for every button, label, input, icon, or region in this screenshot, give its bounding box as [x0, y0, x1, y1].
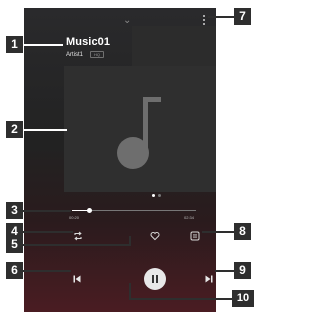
more-vert-icon[interactable]: [201, 15, 207, 27]
callout-3: 3: [6, 202, 23, 219]
page-dot: [152, 194, 155, 197]
seek-bar[interactable]: [72, 208, 196, 213]
total-time: 02:34: [184, 215, 195, 220]
skip-next-icon[interactable]: [204, 274, 214, 284]
callout-6: 6: [6, 262, 23, 279]
artist-name[interactable]: Artist1: [66, 52, 83, 58]
callout-10: 10: [232, 290, 254, 307]
callout-9: 9: [234, 262, 251, 279]
callout-7: 7: [234, 8, 251, 25]
leader-line-10b: [129, 298, 233, 300]
quality-badge: HQ: [90, 51, 104, 58]
callout-5: 5: [6, 236, 23, 253]
leader-line-2: [23, 129, 67, 131]
music-note-icon: [117, 97, 161, 169]
page-indicator: [152, 194, 164, 197]
leader-line-1: [23, 44, 63, 46]
skip-previous-icon[interactable]: [72, 274, 82, 284]
leader-line-7: [208, 16, 234, 18]
leader-line-4: [23, 231, 73, 233]
elapsed-time: 00:20: [69, 215, 80, 220]
callout-2: 2: [6, 121, 23, 138]
track-title: Music01: [66, 36, 111, 48]
leader-line-3: [23, 210, 71, 212]
seek-bar-thumb[interactable]: [86, 208, 92, 213]
leader-line-9: [215, 270, 234, 272]
play-pause-button[interactable]: [144, 268, 166, 290]
page-dot: [158, 194, 161, 197]
heart-outline-icon[interactable]: [150, 231, 160, 241]
leader-line-6: [23, 270, 71, 272]
leader-line-5b: [23, 244, 131, 246]
repeat-icon[interactable]: [73, 231, 83, 241]
callout-1: 1: [6, 36, 23, 53]
callout-8: 8: [234, 223, 251, 240]
leader-line-8: [202, 231, 234, 233]
chevron-down-icon[interactable]: ⌄: [123, 16, 131, 26]
music-player-screen: ⌄ Music01 Artist1 HQ 00:20 02:34: [24, 8, 216, 312]
leader-line-5a: [129, 236, 131, 244]
playlist-icon[interactable]: [190, 231, 200, 241]
